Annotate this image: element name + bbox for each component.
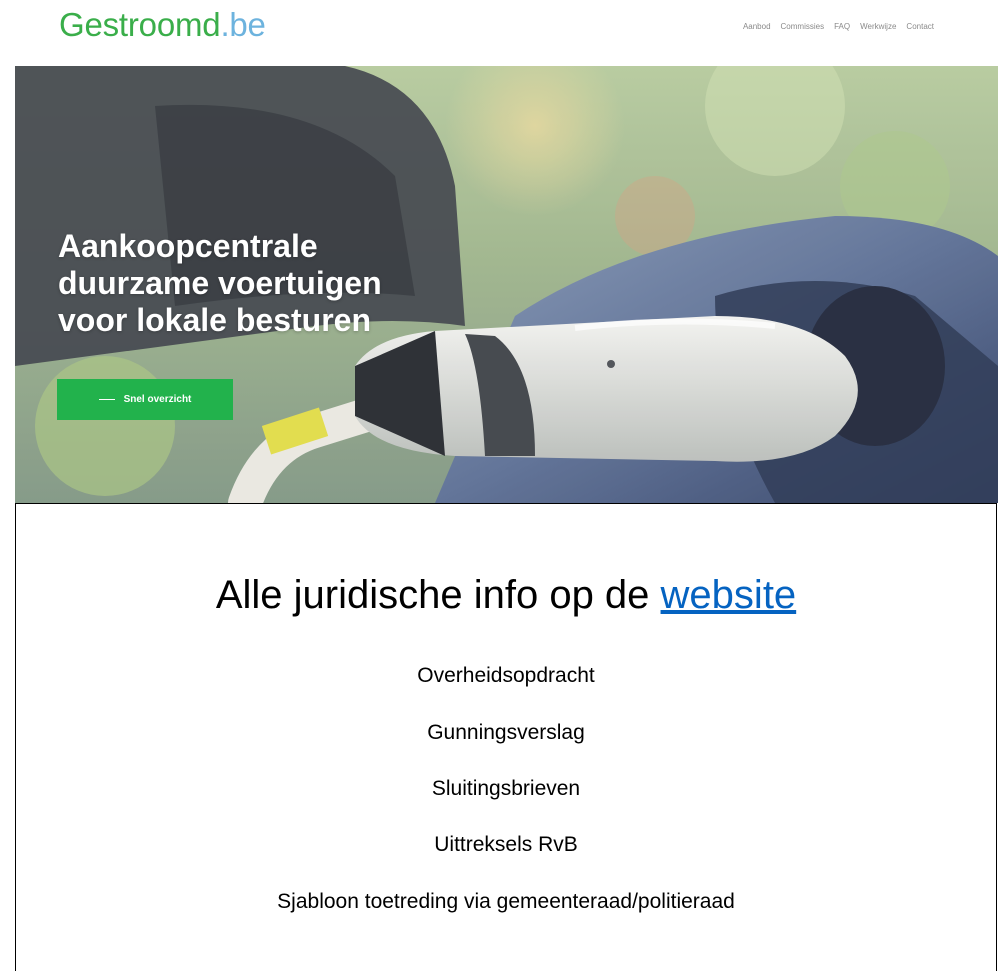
document-item-sjabloon-toetreding: Sjabloon toetreding via gemeenteraad/pol… xyxy=(277,890,735,913)
hero-banner: Aankoopcentrale duurzame voertuigen voor… xyxy=(15,66,998,503)
hero-title-line: duurzame voertuigen xyxy=(58,265,382,301)
document-item-uittreksels-rvb: Uittreksels RvB xyxy=(434,833,578,856)
website-link[interactable]: website xyxy=(661,573,797,617)
page: Gestroomd.be Aanbod Commissies FAQ Werkw… xyxy=(0,0,1007,971)
legal-info-title-text: Alle juridische info op de xyxy=(215,573,661,617)
hero-title-line: voor lokale besturen xyxy=(58,302,371,338)
dash-icon xyxy=(98,399,115,400)
hero-title-line: Aankoopcentrale xyxy=(58,228,318,264)
cta-label: Snel overzicht xyxy=(123,394,192,405)
nav-item-faq[interactable]: FAQ xyxy=(834,22,850,31)
document-item-sluitingsbrieven: Sluitingsbrieven xyxy=(431,777,581,800)
legal-info-box: Alle juridische info op de website Overh… xyxy=(15,503,997,971)
nav-item-aanbod[interactable]: Aanbod xyxy=(743,22,771,31)
document-item-overheidsopdracht: Overheidsopdracht xyxy=(417,664,595,687)
hero-title: Aankoopcentrale duurzame voertuigen voor… xyxy=(58,228,478,339)
legal-info-title: Alle juridische info op de website xyxy=(16,572,996,618)
site-logo[interactable]: Gestroomd.be xyxy=(59,6,266,44)
site-header: Gestroomd.be Aanbod Commissies FAQ Werkw… xyxy=(0,0,1007,60)
document-item-gunningsverslag: Gunningsverslag xyxy=(427,721,585,744)
logo-main: Gestroomd xyxy=(59,6,221,43)
nav-item-commissies[interactable]: Commissies xyxy=(781,22,825,31)
logo-tld: .be xyxy=(220,6,266,43)
nav-item-contact[interactable]: Contact xyxy=(906,22,934,31)
nav-item-werkwijze[interactable]: Werkwijze xyxy=(860,22,896,31)
main-nav: Aanbod Commissies FAQ Werkwijze Contact xyxy=(743,22,934,31)
snel-overzicht-button[interactable]: Snel overzicht xyxy=(57,379,233,420)
